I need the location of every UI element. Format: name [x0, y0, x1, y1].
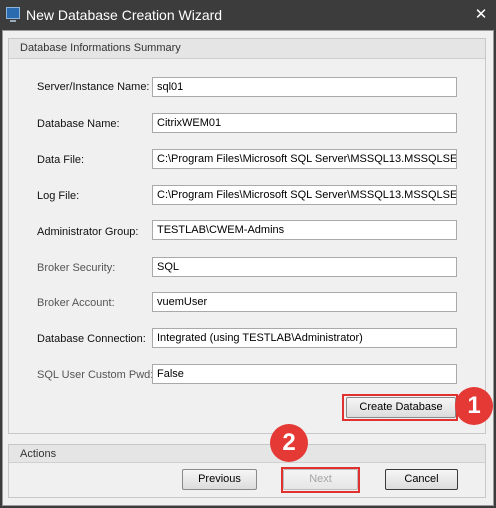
server-instance-field[interactable]: sql01 — [152, 77, 457, 97]
summary-group-title: Database Informations Summary — [20, 42, 181, 54]
broker-account-field[interactable]: vuemUser — [152, 292, 457, 312]
title-bar: New Database Creation Wizard ✕ — [0, 0, 496, 30]
log-file-label: Log File: — [37, 190, 80, 202]
actions-group-title: Actions — [20, 448, 57, 460]
data-file-field[interactable]: C:\Program Files\Microsoft SQL Server\MS… — [152, 149, 457, 169]
summary-group-header: Database Informations Summary — [9, 39, 485, 59]
log-file-field[interactable]: C:\Program Files\Microsoft SQL Server\MS… — [152, 185, 457, 205]
callout-one: 1 — [455, 387, 493, 425]
server-instance-label: Server/Instance Name: — [37, 81, 150, 93]
sql-user-custom-pwd-label: SQL User Custom Pwd: — [37, 369, 154, 381]
callout-two: 2 — [270, 424, 308, 462]
database-name-label: Database Name: — [37, 118, 120, 130]
database-connection-field[interactable]: Integrated (using TESTLAB\Administrator) — [152, 328, 457, 348]
data-file-label: Data File: — [37, 154, 85, 166]
broker-security-label: Broker Security: — [37, 262, 116, 274]
close-icon[interactable]: ✕ — [472, 6, 490, 24]
actions-group-header: Actions — [9, 445, 485, 463]
sql-user-custom-pwd-field[interactable]: False — [152, 364, 457, 384]
app-icon — [6, 7, 20, 22]
broker-security-field[interactable]: SQL — [152, 257, 457, 277]
database-connection-label: Database Connection: — [37, 333, 146, 345]
administrator-group-field[interactable]: TESTLAB\CWEM-Admins — [152, 220, 457, 240]
previous-button[interactable]: Previous — [182, 469, 257, 490]
create-database-highlight — [342, 394, 458, 421]
cancel-button[interactable]: Cancel — [385, 469, 458, 490]
database-name-field[interactable]: CitrixWEM01 — [152, 113, 457, 133]
administrator-group-label: Administrator Group: — [37, 226, 139, 238]
broker-account-label: Broker Account: — [37, 297, 115, 309]
window-title: New Database Creation Wizard — [26, 7, 223, 23]
next-button-highlight — [281, 467, 360, 493]
